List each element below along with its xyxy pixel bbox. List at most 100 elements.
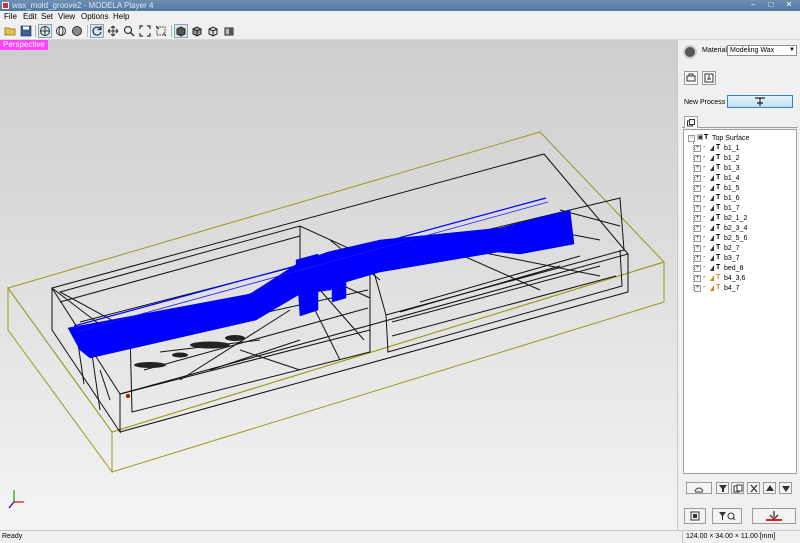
material-select-value: Modeling Wax (730, 47, 775, 54)
preview-button[interactable] (684, 508, 706, 524)
render-solid-icon[interactable] (174, 24, 188, 38)
status-bar: Ready 124.00 × 34.00 × 11.00 [mm] (0, 530, 800, 543)
tree-item[interactable]: + - Tbed_8 (694, 263, 743, 273)
move-up-button[interactable] (763, 482, 776, 494)
render-wire-icon[interactable] (206, 24, 220, 38)
move-down-button[interactable] (779, 482, 792, 494)
menu-help[interactable]: Help (113, 11, 129, 23)
tree-root[interactable]: − ▣T Top Surface (688, 133, 749, 143)
tool-icon (710, 185, 714, 191)
tool-icon (710, 175, 714, 181)
toolbar (0, 23, 800, 40)
toolpath-icon (694, 487, 704, 492)
collapse-icon[interactable]: − (688, 134, 695, 142)
app-icon (2, 2, 9, 9)
tool-icon (710, 245, 714, 251)
stock-dimensions: 124.00 × 34.00 × 11.00 [mm] (682, 531, 775, 543)
tool-icon (710, 255, 714, 261)
machine-icon[interactable] (702, 71, 716, 85)
3d-viewport[interactable]: Perspective (0, 40, 677, 530)
menu-view[interactable]: View (58, 11, 75, 23)
tool-icon (710, 155, 714, 161)
filter-icon (718, 484, 727, 492)
cut-icon (766, 511, 782, 521)
simulate-button[interactable] (712, 508, 742, 524)
expand-icon: + (694, 214, 701, 222)
printer-setup-icon[interactable] (684, 71, 698, 85)
menu-set[interactable]: Set (41, 11, 53, 23)
menu-file[interactable]: File (4, 11, 17, 23)
globe-icon[interactable] (54, 24, 68, 38)
copy-process-button[interactable] (731, 482, 744, 494)
tree-item[interactable]: + - Tb2_7 (694, 243, 740, 253)
simulate-icon (719, 512, 736, 521)
expand-icon: + (694, 264, 701, 272)
tool-icon (710, 225, 714, 231)
status-text: Ready (2, 533, 23, 540)
tool-icon (710, 205, 714, 211)
tree-item[interactable]: + - Tb1_6 (694, 193, 740, 203)
material-select[interactable]: Modeling Wax ▼ (727, 45, 797, 56)
render-box-icon[interactable] (190, 24, 204, 38)
tool-icon (710, 165, 714, 171)
tree-item[interactable]: + - Tb1_2 (694, 153, 740, 163)
tool-icon (710, 235, 714, 241)
delete-icon (750, 484, 757, 492)
arrow-down-icon (781, 485, 790, 492)
tree-item[interactable]: + - Tb1_3 (694, 163, 740, 173)
tool-icon (710, 275, 714, 281)
expand-icon: + (694, 164, 701, 172)
pan-icon[interactable] (106, 24, 120, 38)
fit-view-icon[interactable] (138, 24, 152, 38)
expand-icon: + (694, 204, 701, 212)
process-list-tab[interactable] (684, 116, 698, 128)
tree-item[interactable]: + - Tb1_5 (694, 183, 740, 193)
maximize-button[interactable]: □ (762, 0, 780, 10)
tree-item[interactable]: + - Tb4_7 (694, 283, 740, 293)
menu-bar: File Edit Set View Options Help (0, 11, 800, 23)
filter-button[interactable] (716, 482, 729, 494)
expand-icon: + (694, 274, 701, 282)
copy-icon (687, 118, 695, 126)
cut-button[interactable] (752, 508, 796, 524)
tree-item[interactable]: + - Tb2_5_6 (694, 233, 747, 243)
new-process-label: New Process (684, 99, 726, 106)
tree-item[interactable]: + - Tb1_4 (694, 173, 740, 183)
tool-icon (710, 195, 714, 201)
expand-icon: + (694, 144, 701, 152)
zoom-icon[interactable] (122, 24, 136, 38)
menu-options[interactable]: Options (81, 11, 109, 23)
tree-item[interactable]: + - Tb1_7 (694, 203, 740, 213)
toolpath-view-button[interactable] (686, 482, 712, 494)
expand-icon: + (694, 184, 701, 192)
folder-icon: ▣ (697, 134, 704, 141)
zoom-window-icon[interactable] (154, 24, 168, 38)
delete-process-button[interactable] (747, 482, 760, 494)
tree-item[interactable]: + - Tb2_3_4 (694, 223, 747, 233)
render-side-icon[interactable] (222, 24, 236, 38)
save-icon[interactable] (19, 24, 33, 38)
window-title: wax_mold_groove2 - MODELA Player 4 (12, 1, 154, 10)
process-tree[interactable]: − ▣T Top Surface + - Tb1_1 + - Tb1_2 + - Tb1_3 +… (683, 129, 797, 474)
tree-item[interactable]: + - Tb1_1 (694, 143, 740, 153)
menu-edit[interactable]: Edit (23, 11, 37, 23)
model-wireframe (7, 131, 665, 474)
tree-item[interactable]: + - Tb2_1_2 (694, 213, 747, 223)
refresh-icon[interactable] (90, 24, 104, 38)
expand-icon: + (694, 254, 701, 262)
new-process-button[interactable] (727, 95, 793, 108)
shaded-sphere-icon[interactable] (70, 24, 84, 38)
process-tabstrip (682, 116, 798, 128)
title-bar: wax_mold_groove2 - MODELA Player 4 – □ ✕ (0, 0, 800, 11)
close-button[interactable]: ✕ (780, 0, 798, 10)
view-perspective-icon[interactable] (38, 24, 52, 38)
expand-icon: + (694, 244, 701, 252)
open-file-icon[interactable] (3, 24, 17, 38)
tool-icon (710, 145, 714, 151)
tree-item[interactable]: + - Tb3_7 (694, 253, 740, 263)
expand-icon: + (694, 174, 701, 182)
minimize-button[interactable]: – (744, 0, 762, 10)
expand-icon: + (694, 194, 701, 202)
tree-root-label: Top Surface (712, 134, 750, 142)
tree-item[interactable]: + - Tb4_3,6 (694, 273, 745, 283)
